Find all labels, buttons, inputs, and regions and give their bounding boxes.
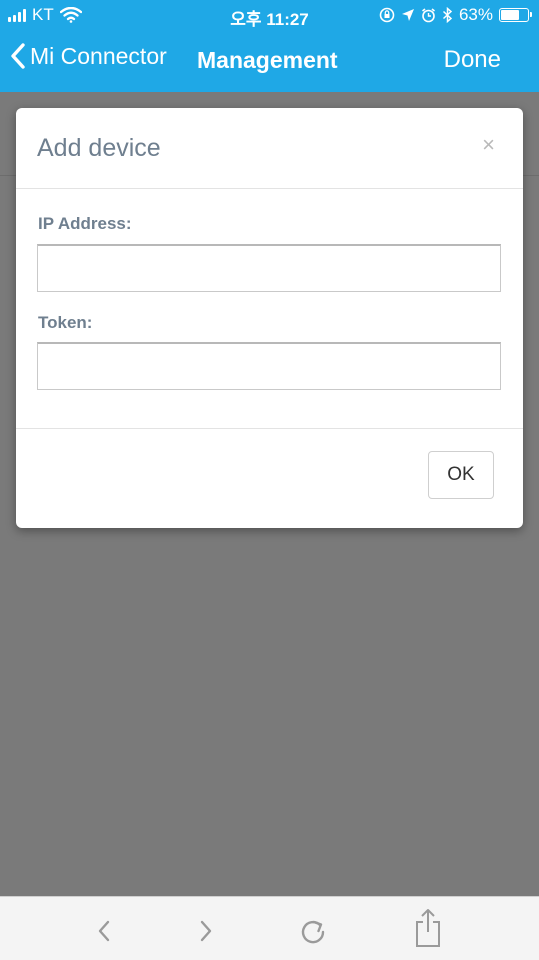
ip-address-input[interactable] <box>37 244 501 292</box>
status-bar: KT 오후 11:27 63% <box>0 0 539 30</box>
share-icon[interactable] <box>410 907 446 949</box>
browser-toolbar <box>0 896 539 960</box>
bluetooth-icon <box>442 7 453 23</box>
battery-fill <box>501 10 519 20</box>
done-button[interactable]: Done <box>444 46 501 74</box>
back-button[interactable]: Mi Connector <box>10 42 167 70</box>
alarm-icon <box>421 7 435 22</box>
battery-percent: 63% <box>458 5 493 24</box>
nav-bar: Mi Connector Management Done <box>0 30 539 92</box>
page-title: Management <box>197 47 338 73</box>
token-input[interactable] <box>37 342 501 390</box>
forward-icon[interactable] <box>188 913 224 949</box>
back-icon[interactable] <box>86 913 122 949</box>
dialog-title: Add device <box>37 134 161 162</box>
ip-address-label: IP Address: <box>38 214 132 233</box>
location-icon <box>401 9 414 21</box>
dialog-header: Add device × <box>16 108 523 189</box>
token-label: Token: <box>38 313 93 332</box>
reload-icon[interactable] <box>295 913 331 949</box>
rotation-lock-icon <box>379 7 395 23</box>
battery-icon <box>499 8 532 22</box>
ok-button[interactable]: OK <box>428 451 494 499</box>
back-label: Mi Connector <box>30 42 167 69</box>
add-device-dialog: Add device × IP Address: Token: OK <box>16 108 523 528</box>
close-icon[interactable]: × <box>482 132 495 158</box>
dialog-footer-divider <box>16 428 523 429</box>
status-right: 63% <box>379 5 532 25</box>
chevron-left-icon <box>11 43 25 69</box>
